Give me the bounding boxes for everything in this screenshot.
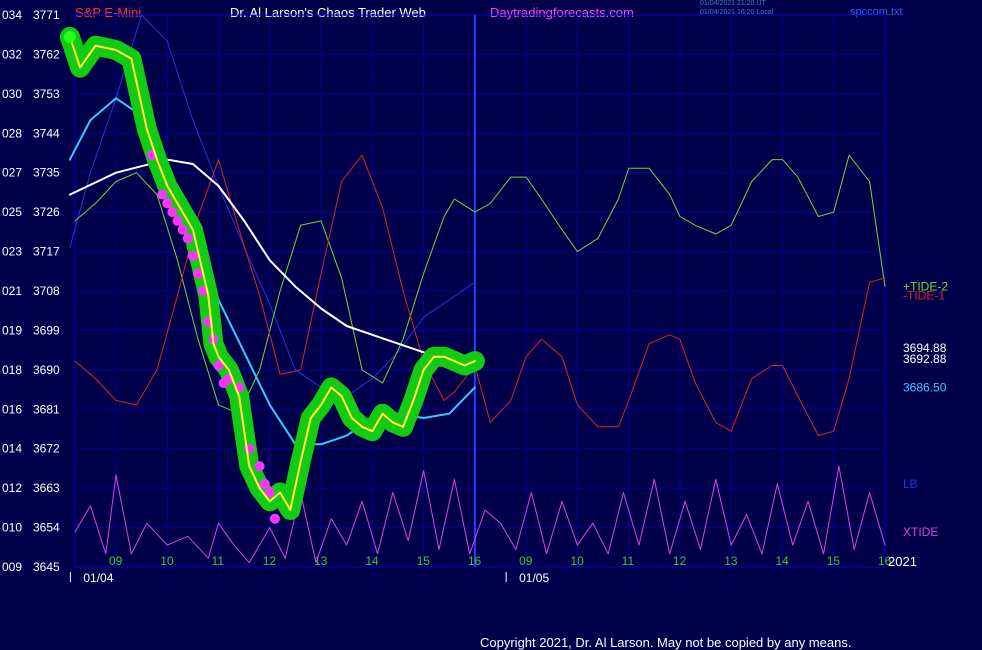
price-dot <box>167 207 178 218</box>
y-tick-code: 016 <box>2 402 22 416</box>
y-tick-price: 3708 <box>33 284 60 298</box>
x-tick-label: 09 <box>109 554 123 568</box>
y-tick-code: 010 <box>2 521 22 535</box>
y-tick-price: 3654 <box>33 521 60 535</box>
right-label: LB <box>903 477 918 491</box>
y-tick-price: 3690 <box>33 363 60 377</box>
y-tick-code: 030 <box>2 87 22 101</box>
copyright: Copyright 2021, Dr. Al Larson. May not b… <box>480 635 852 650</box>
y-tick-price: 3744 <box>33 126 60 140</box>
right-label: -TIDE-1 <box>903 288 945 302</box>
y-tick-code: 028 <box>2 126 22 140</box>
x-tick-label: 11 <box>622 554 635 568</box>
y-tick-price: 3663 <box>33 481 60 495</box>
x-tick-label: 11 <box>212 554 225 568</box>
price-dot <box>187 250 198 261</box>
y-tick-price: 3717 <box>33 245 60 259</box>
y-tick-price: 3645 <box>33 560 60 574</box>
x-tick-label: 16 <box>468 554 482 568</box>
y-tick-code: 034 <box>2 8 22 22</box>
y-tick-code: 025 <box>2 205 22 219</box>
price-dot <box>162 198 173 209</box>
right-label: XTIDE <box>903 525 938 539</box>
y-tick-code: 019 <box>2 323 22 337</box>
x-tick-label: 13 <box>724 554 738 568</box>
y-tick-code: 027 <box>2 166 22 180</box>
y-tick-code: 023 <box>2 245 22 259</box>
price-dot <box>259 478 270 489</box>
x-tick-label: 12 <box>263 554 277 568</box>
y-tick-price: 3735 <box>33 166 60 180</box>
date-label: 01/05 <box>519 571 549 585</box>
y-tick-price: 3771 <box>33 8 60 22</box>
price-dot <box>177 224 188 235</box>
series-xtide <box>74 465 886 564</box>
y-tick-price: 3672 <box>33 442 60 456</box>
y-tick-code: 021 <box>2 284 22 298</box>
y-tick-price: 3699 <box>33 323 60 337</box>
year-label: 2021 <box>888 554 917 569</box>
right-labels: +TIDE-2-TIDE-13694.883692.883686.50LBXTI… <box>903 280 948 539</box>
y-tick-code: 018 <box>2 363 22 377</box>
price-dot <box>254 461 265 472</box>
y-tick-price: 3753 <box>33 87 60 101</box>
right-label: 3686.50 <box>903 380 947 394</box>
y-tick-code: 032 <box>2 47 22 61</box>
y-tick-price: 3726 <box>33 205 60 219</box>
date-label: 01/04 <box>83 571 113 585</box>
price-dot <box>269 513 280 524</box>
y-tick-code: 009 <box>2 560 22 574</box>
x-tick-label: 10 <box>160 554 174 568</box>
x-tick-label: 15 <box>417 554 431 568</box>
start-dot <box>63 30 76 43</box>
series-tide1 <box>74 154 886 437</box>
price-dot <box>172 215 183 226</box>
y-tick-code: 012 <box>2 481 22 495</box>
y-tick-code: 014 <box>2 442 22 456</box>
price-dot <box>157 189 168 200</box>
x-tick-label: 15 <box>827 554 841 568</box>
chart: 034 3771 032 3762 030 3753 028 3744 027 3735 025 37… <box>2 8 948 585</box>
x-tick-label: 14 <box>775 554 789 568</box>
x-tick-label: 10 <box>570 554 584 568</box>
price-dot <box>182 233 193 244</box>
x-tick-label: 09 <box>519 554 533 568</box>
y-tick-price: 3762 <box>33 47 60 61</box>
x-tick-label: 12 <box>673 554 687 568</box>
y-tick-price: 3681 <box>33 402 60 416</box>
grid <box>74 14 886 568</box>
right-label: 3692.88 <box>903 352 947 366</box>
x-tick-label: 14 <box>365 554 379 568</box>
